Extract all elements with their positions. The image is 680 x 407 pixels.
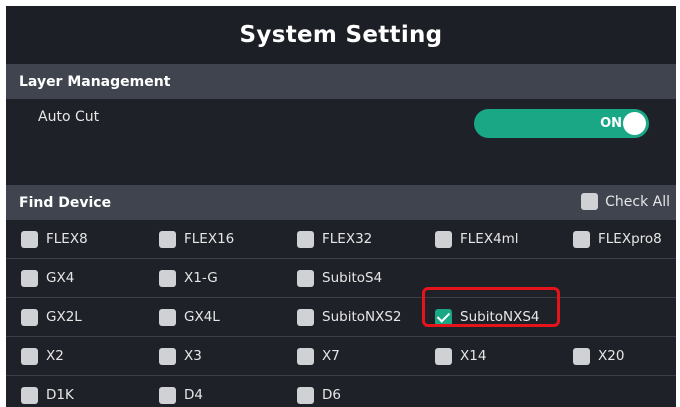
device-label: GX4 [46,270,75,286]
checkbox-icon [159,269,176,287]
checkbox-icon [573,347,590,365]
toggle-state-label: ON [600,116,622,131]
device-label: FLEXpro8 [598,231,662,247]
device-label: FLEX4ml [460,231,519,247]
device-checkbox-subitonxs4[interactable]: SubitoNXS4 [435,298,540,336]
checkbox-icon [159,386,176,404]
device-checkbox-x2[interactable]: X2 [21,337,64,375]
checkbox-icon [21,308,38,326]
device-label: SubitoNXS2 [322,309,402,325]
device-row: GX2L GX4L SubitoNXS2 SubitoNXS4 [6,298,676,337]
checkbox-icon [581,193,599,210]
device-checkbox-gx4l[interactable]: GX4L [159,298,220,336]
device-checkbox-flex4ml[interactable]: FLEX4ml [435,220,519,258]
checkbox-icon [297,308,314,326]
device-grid: FLEX8 FLEX16 FLEX32 FLEX4ml FLEXpro8 GX4 X1-G S… [6,220,676,407]
checkbox-icon [21,230,38,248]
device-checkbox-x14[interactable]: X14 [435,337,486,375]
device-row: X2 X3 X7 X14 X20 [6,337,676,376]
device-label: X3 [184,348,202,364]
checkbox-icon [297,230,314,248]
checkbox-icon [21,386,38,404]
device-checkbox-d4[interactable]: D4 [159,376,203,407]
device-checkbox-gx2l[interactable]: GX2L [21,298,82,336]
device-label: SubitoS4 [322,270,383,286]
device-label: GX2L [46,309,82,325]
device-label: FLEX8 [46,231,88,247]
check-all-label: Check All [605,193,670,210]
find-device-label: Find Device [19,194,112,211]
checkbox-icon [21,347,38,365]
device-label: D4 [184,387,203,403]
find-device-header: Find Device Check All [6,185,676,220]
checkbox-icon [21,269,38,287]
device-checkbox-d1k[interactable]: D1K [21,376,74,407]
device-checkbox-gx4[interactable]: GX4 [21,259,74,297]
checked-checkbox-icon [435,308,452,326]
device-label: FLEX16 [184,231,235,247]
checkbox-icon [435,230,452,248]
device-row: FLEX8 FLEX16 FLEX32 FLEX4ml FLEXpro8 [6,220,676,259]
device-checkbox-x7[interactable]: X7 [297,337,340,375]
device-checkbox-d6[interactable]: D6 [297,376,341,407]
toggle-knob [623,112,646,135]
device-row: D1K D4 D6 [6,376,676,407]
checkbox-icon [159,347,176,365]
device-checkbox-flex32[interactable]: FLEX32 [297,220,372,258]
checkbox-icon [297,386,314,404]
checkbox-icon [297,269,314,287]
device-checkbox-flexpro8[interactable]: FLEXpro8 [573,220,662,258]
device-label: D1K [46,387,74,403]
device-checkbox-x20[interactable]: X20 [573,337,624,375]
layer-management-body: Auto Cut ON [6,99,676,185]
device-label: SubitoNXS4 [460,309,540,325]
checkbox-icon [573,230,590,248]
device-label: X20 [598,348,625,364]
device-checkbox-flex16[interactable]: FLEX16 [159,220,234,258]
checkbox-icon [297,347,314,365]
device-checkbox-x1-g[interactable]: X1-G [159,259,218,297]
layer-management-label: Layer Management [19,73,171,90]
layer-management-header: Layer Management [6,64,676,99]
device-checkbox-flex8[interactable]: FLEX8 [21,220,88,258]
device-label: X7 [322,348,340,364]
device-label: X2 [46,348,64,364]
system-setting-panel: System Setting Layer Management Auto Cut… [6,6,676,407]
device-label: GX4L [184,309,220,325]
device-label: X14 [460,348,487,364]
device-checkbox-x3[interactable]: X3 [159,337,202,375]
device-label: FLEX32 [322,231,373,247]
device-checkbox-subitonxs2[interactable]: SubitoNXS2 [297,298,402,336]
checkbox-icon [159,230,176,248]
device-label: D6 [322,387,341,403]
page-title: System Setting [6,6,676,64]
device-checkbox-subitos4[interactable]: SubitoS4 [297,259,382,297]
auto-cut-toggle[interactable]: ON [474,109,649,138]
device-label: X1-G [184,270,218,286]
checkbox-icon [159,308,176,326]
device-row: GX4 X1-G SubitoS4 [6,259,676,298]
checkbox-icon [435,347,452,365]
check-all-checkbox[interactable]: Check All [581,193,670,210]
auto-cut-label: Auto Cut [38,109,100,125]
